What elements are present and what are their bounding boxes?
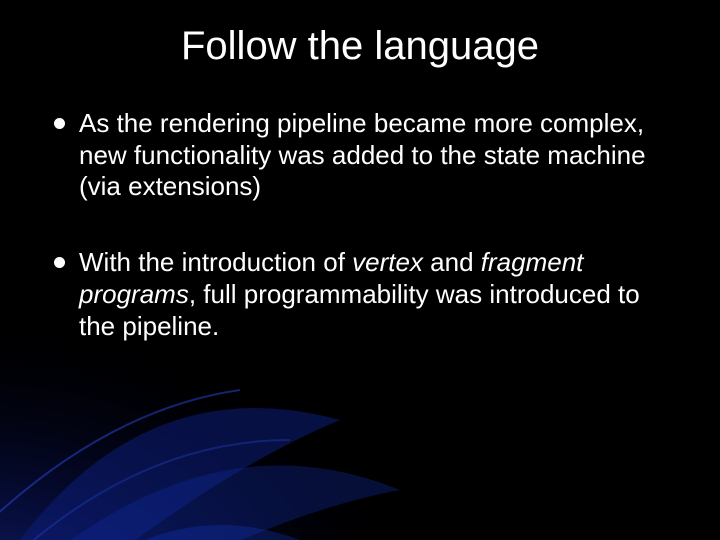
bullet-text: As the rendering pipeline became more co…: [79, 108, 666, 203]
slide-body: As the rendering pipeline became more co…: [54, 108, 666, 386]
slide: Follow the language As the rendering pip…: [0, 0, 720, 540]
bullet-dot-icon: [54, 118, 65, 129]
bullet-item: As the rendering pipeline became more co…: [54, 108, 666, 203]
bullet-item: With the introduction of vertex and frag…: [54, 247, 666, 342]
slide-title: Follow the language: [0, 24, 720, 69]
bullet-text: With the introduction of vertex and frag…: [79, 247, 666, 342]
bullet-dot-icon: [54, 257, 65, 268]
